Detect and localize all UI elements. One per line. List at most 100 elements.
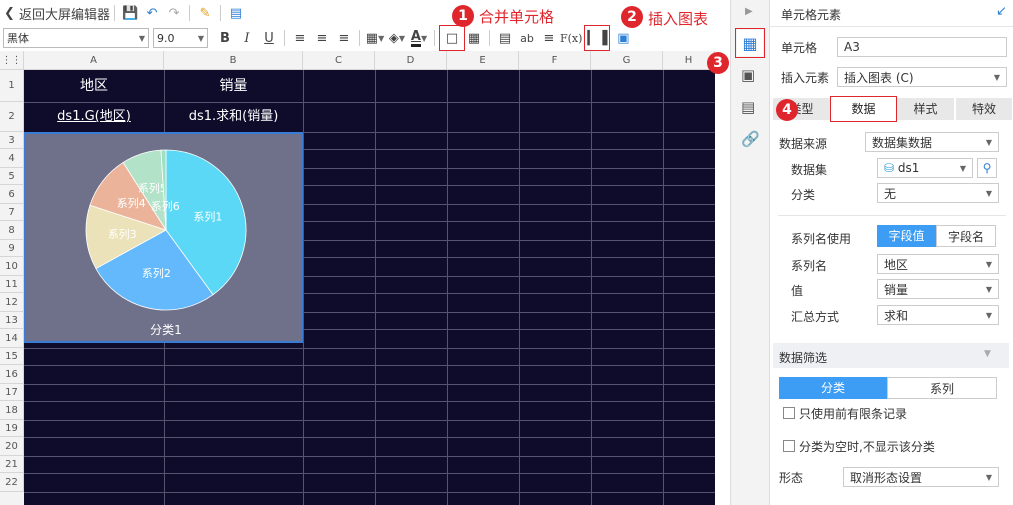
series-name-label: 系列名 — [791, 259, 828, 273]
row-header-4[interactable]: 4 — [0, 149, 24, 168]
filter-tab-series[interactable]: 系列 — [887, 377, 997, 399]
undo-icon[interactable]: ↶ — [141, 2, 163, 24]
col-header-b[interactable]: B — [164, 51, 303, 70]
chevron-down-icon: ▼ — [985, 188, 992, 198]
tab-style[interactable]: 样式 — [897, 98, 954, 120]
row-header-17[interactable]: 17 — [0, 384, 24, 401]
col-header-f[interactable]: F — [519, 51, 591, 70]
save-icon[interactable]: 💾 — [119, 2, 141, 24]
col-header-a[interactable]: A — [24, 51, 164, 70]
row-header-13[interactable]: 13 — [0, 312, 24, 329]
tab-data[interactable]: 数据 — [830, 96, 897, 122]
font-select[interactable]: 黑体 ▼ — [3, 28, 149, 48]
insert-image-icon[interactable]: ▣ — [612, 27, 634, 49]
col-header-d[interactable]: D — [375, 51, 447, 70]
row-header-14[interactable]: 14 — [0, 329, 24, 348]
category-value: 无 — [884, 186, 897, 201]
hide-empty-category-checkbox[interactable] — [783, 440, 795, 452]
pie-chart-cell[interactable]: 系列1 系列2 系列3 系列4 系列5 系列6 分类1 — [24, 132, 303, 343]
condition-attribute-icon[interactable]: ▤ — [741, 98, 755, 116]
text-tool-button[interactable]: ab — [516, 27, 538, 49]
bold-button[interactable]: B — [214, 27, 236, 49]
value-select[interactable]: 销量 ▼ — [877, 279, 999, 299]
italic-button[interactable]: I — [236, 27, 258, 49]
column-header: ⋮⋮ A B C D E F G H — [0, 51, 715, 70]
row-header-3[interactable]: 3 — [0, 132, 24, 149]
align-right-icon[interactable]: ≡ — [333, 27, 355, 49]
col-header-e[interactable]: E — [447, 51, 519, 70]
format-toolbar: 黑体 ▼ 9.0 ▼ B I U ≡ ≡ ≡ ▦ ▼ ◈ ▼ A ▼ □ ▦ ▤ ab ≡… — [0, 25, 730, 51]
cell-a1[interactable]: 地区 — [24, 70, 164, 102]
row-header-19[interactable]: 19 — [0, 420, 24, 437]
font-size-value: 9.0 — [157, 31, 175, 45]
header-cells: 地区 销量 ds1.G(地区) ds1.求和(销量) — [24, 70, 303, 132]
cell-label: 单元格 — [781, 41, 818, 55]
row-header-7[interactable]: 7 — [0, 204, 24, 221]
align-center-icon[interactable]: ≡ — [311, 27, 333, 49]
merge-cells-icon[interactable]: □ — [439, 25, 465, 51]
limit-records-checkbox[interactable] — [783, 407, 795, 419]
row-header-21[interactable]: 21 — [0, 456, 24, 473]
series-name-select[interactable]: 地区 ▼ — [877, 254, 999, 274]
insert-slash-icon[interactable]: ▤ — [494, 27, 516, 49]
cell-b1[interactable]: 销量 — [164, 70, 303, 102]
side-icon-strip: ▶ ▦ ▣ ▤ 🔗 — [730, 0, 769, 505]
tab-effects[interactable]: 特效 — [956, 98, 1012, 120]
cell-input[interactable]: A3 — [837, 37, 1007, 57]
select-all-corner[interactable]: ⋮⋮ — [0, 51, 24, 70]
insert-chart-icon[interactable]: ▎▐ — [584, 25, 611, 51]
rich-text-icon[interactable]: ≡ — [538, 27, 560, 49]
search-icon[interactable]: ⚲ — [977, 158, 997, 178]
row-header-22[interactable]: 22 — [0, 473, 24, 492]
align-left-icon[interactable]: ≡ — [289, 27, 311, 49]
dataset-select[interactable]: ⛁ ds1 ▼ — [877, 158, 973, 178]
col-header-c[interactable]: C — [303, 51, 375, 70]
row-header: 1 2 3 4 5 6 7 8 9 10 11 12 13 14 15 16 17 18 19 20 21 22 — [0, 70, 24, 505]
cell-a2[interactable]: ds1.G(地区) — [57, 109, 131, 124]
fill-color-icon[interactable]: ◈ ▼ — [386, 27, 408, 49]
row-header-9[interactable]: 9 — [0, 240, 24, 257]
aggregation-select[interactable]: 求和 ▼ — [877, 305, 999, 325]
underline-button[interactable]: U — [258, 27, 280, 49]
row-header-6[interactable]: 6 — [0, 185, 24, 204]
border-icon[interactable]: ▦ ▼ — [364, 27, 386, 49]
split-cells-icon[interactable]: ▦ — [463, 27, 485, 49]
expand-icon[interactable]: ↙ — [996, 4, 1007, 19]
series-use-label: 系列名使用 — [791, 232, 852, 246]
data-source-select[interactable]: 数据集数据 ▼ — [865, 132, 999, 152]
row-header-11[interactable]: 11 — [0, 276, 24, 293]
preview-icon[interactable]: ▤ — [225, 2, 247, 24]
cell-value: A3 — [844, 40, 860, 54]
row-header-10[interactable]: 10 — [0, 257, 24, 276]
font-size-select[interactable]: 9.0 ▼ — [153, 28, 208, 48]
series-use-field-value[interactable]: 字段值 — [877, 225, 936, 247]
redo-icon[interactable]: ↷ — [163, 2, 185, 24]
col-header-g[interactable]: G — [591, 51, 663, 70]
formula-button[interactable]: F(x) — [560, 27, 582, 49]
row-header-5[interactable]: 5 — [0, 168, 24, 185]
collapse-arrow-icon[interactable]: ▶ — [745, 6, 753, 17]
series-use-field-name[interactable]: 字段名 — [936, 225, 996, 247]
back-button[interactable]: ❮ 返回大屏编辑器 — [4, 2, 110, 24]
shape-select[interactable]: 取消形态设置 ▼ — [843, 467, 999, 487]
limit-records-label: 只使用前有限条记录 — [799, 407, 908, 421]
row-header-16[interactable]: 16 — [0, 365, 24, 384]
row-header-12[interactable]: 12 — [0, 293, 24, 312]
chevron-down-icon[interactable]: ▼ — [984, 349, 991, 359]
hyperlink-icon[interactable]: 🔗 — [741, 130, 760, 148]
cell-b2[interactable]: ds1.求和(销量) — [164, 102, 303, 132]
row-header-15[interactable]: 15 — [0, 348, 24, 365]
filter-tab-category[interactable]: 分类 — [779, 377, 887, 399]
insert-element-select[interactable]: 插入图表 (C) ▼ — [837, 67, 1007, 87]
row-header-8[interactable]: 8 — [0, 221, 24, 240]
row-header-18[interactable]: 18 — [0, 401, 24, 420]
row-header-1[interactable]: 1 — [0, 70, 24, 102]
cell-element-icon[interactable]: ▦ — [735, 28, 765, 58]
cell-attribute-icon[interactable]: ▣ — [741, 66, 755, 84]
callout-text-1: 合并单元格 — [479, 8, 555, 26]
text-color-button[interactable]: A ▼ — [408, 27, 430, 49]
row-header-2[interactable]: 2 — [0, 102, 24, 132]
row-header-20[interactable]: 20 — [0, 437, 24, 456]
format-brush-icon[interactable]: ✎ — [194, 2, 216, 24]
category-select[interactable]: 无 ▼ — [877, 183, 999, 203]
